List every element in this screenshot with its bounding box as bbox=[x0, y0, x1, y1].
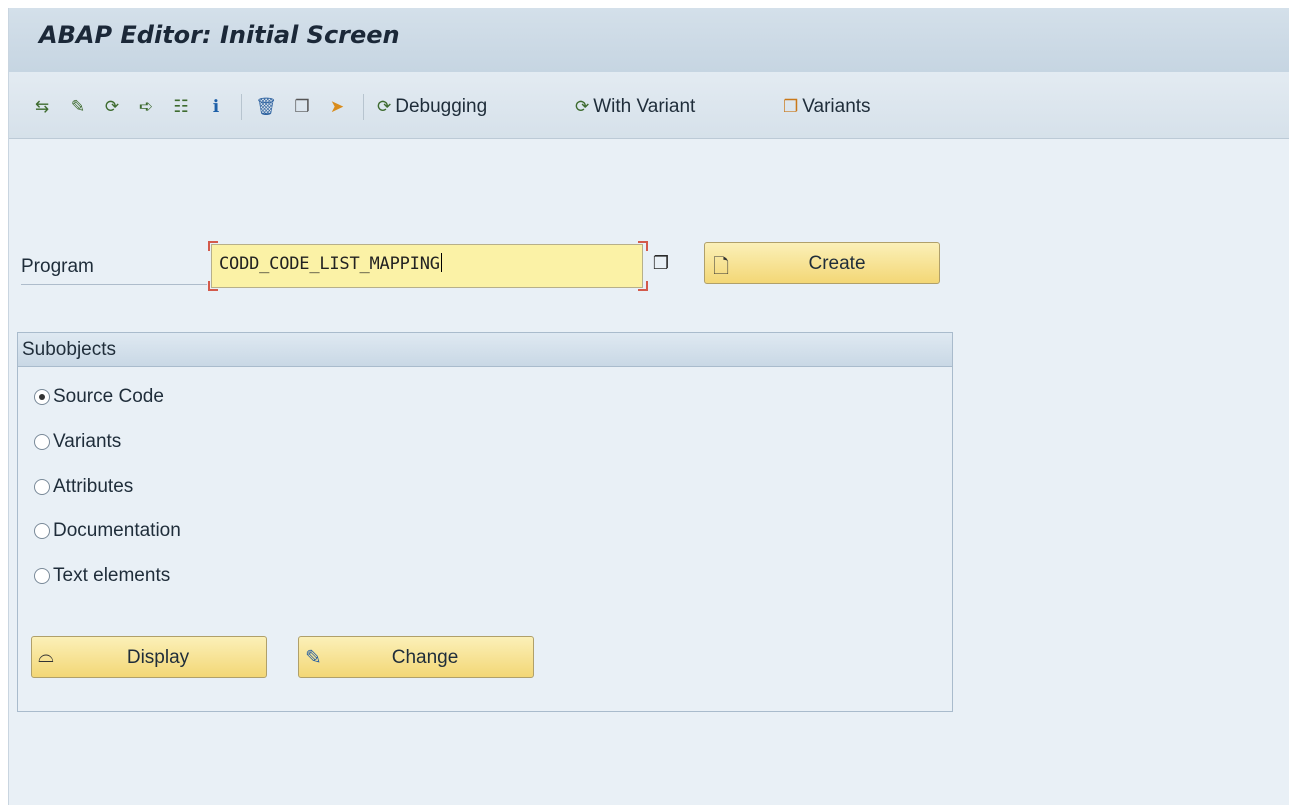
input-corner-marker bbox=[208, 281, 218, 291]
copy-icon[interactable]: ❐ bbox=[291, 96, 313, 118]
program-input[interactable]: CODD_CODE_LIST_MAPPING bbox=[211, 244, 643, 288]
radio-selected-icon bbox=[34, 389, 50, 405]
radio-text-elements[interactable]: Text elements bbox=[34, 563, 170, 589]
with-variant-label: With Variant bbox=[593, 96, 696, 117]
text-cursor bbox=[440, 253, 442, 272]
debugging-label: Debugging bbox=[395, 96, 488, 117]
toolbar-separator bbox=[241, 94, 242, 120]
program-label: Program bbox=[21, 256, 94, 277]
abap-editor-window: ABAP Editor: Initial Screen ⇆ ✎ ⟳ ➪ ☷ ℹ … bbox=[8, 8, 1289, 805]
input-corner-marker bbox=[208, 241, 218, 251]
program-input-value: CODD_CODE_LIST_MAPPING bbox=[219, 254, 440, 274]
radio-icon bbox=[34, 434, 50, 450]
input-corner-marker bbox=[638, 281, 648, 291]
radio-label: Source Code bbox=[53, 386, 164, 407]
display-button[interactable]: ⌓ Display bbox=[31, 636, 267, 678]
page-title: ABAP Editor: Initial Screen bbox=[39, 21, 400, 49]
value-help-icon[interactable]: ❐ bbox=[650, 253, 672, 275]
variants-button[interactable]: ❐ Variants bbox=[783, 93, 871, 121]
radio-icon bbox=[34, 523, 50, 539]
create-label: Create bbox=[808, 253, 866, 274]
change-button[interactable]: ✎ Change bbox=[298, 636, 534, 678]
debugging-button[interactable]: ⟳ Debugging bbox=[377, 93, 487, 121]
radio-attributes[interactable]: Attributes bbox=[34, 474, 133, 500]
create-button[interactable]: 🗋 Create bbox=[704, 242, 940, 284]
object-list-icon[interactable]: ☷ bbox=[170, 96, 192, 118]
with-variant-button[interactable]: ⟳ With Variant bbox=[575, 93, 695, 121]
radio-source-code[interactable]: Source Code bbox=[34, 384, 164, 410]
label-underline bbox=[21, 284, 207, 285]
title-bar: ABAP Editor: Initial Screen bbox=[9, 8, 1289, 72]
where-used-icon[interactable]: ➪ bbox=[135, 96, 157, 118]
other-object-icon[interactable]: ⇆ bbox=[31, 96, 53, 118]
input-corner-marker bbox=[638, 241, 648, 251]
radio-label: Documentation bbox=[53, 520, 181, 541]
change-label: Change bbox=[391, 647, 459, 668]
radio-label: Variants bbox=[53, 431, 122, 452]
variants-icon: ❐ bbox=[783, 97, 799, 116]
variants-label: Variants bbox=[802, 96, 871, 117]
application-toolbar: ⇆ ✎ ⟳ ➪ ☷ ℹ 🗑 ❐ ➤ ⟳ Debugging ⟳ With Var… bbox=[9, 72, 1289, 139]
group-header: Subobjects bbox=[18, 333, 952, 367]
rename-icon[interactable]: ➤ bbox=[326, 96, 348, 118]
display-label: Display bbox=[126, 647, 190, 668]
radio-icon bbox=[34, 479, 50, 495]
radio-variants[interactable]: Variants bbox=[34, 429, 121, 455]
radio-label: Text elements bbox=[53, 565, 171, 586]
execute-variant-icon: ⟳ bbox=[575, 97, 590, 116]
radio-label: Attributes bbox=[53, 476, 134, 497]
radio-icon bbox=[34, 568, 50, 584]
debug-execute-icon: ⟳ bbox=[377, 97, 392, 116]
toolbar-separator bbox=[363, 94, 364, 120]
execute-icon[interactable]: ⟳ bbox=[101, 96, 123, 118]
delete-icon[interactable]: 🗑 bbox=[255, 96, 277, 118]
wizard-icon[interactable]: ✎ bbox=[67, 96, 89, 118]
info-icon[interactable]: ℹ bbox=[205, 96, 227, 118]
group-title: Subobjects bbox=[22, 339, 117, 360]
radio-documentation[interactable]: Documentation bbox=[34, 518, 181, 544]
